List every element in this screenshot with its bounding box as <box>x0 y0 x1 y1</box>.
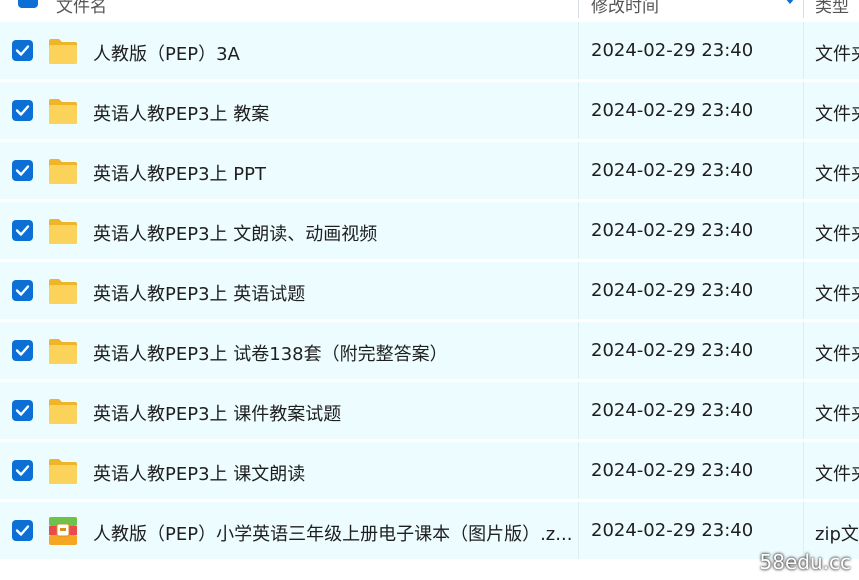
file-row[interactable]: 人教版（PEP）小学英语三年级上册电子课本（图片版）.z... 2024-02-2… <box>0 502 859 559</box>
file-type: 文件夹 <box>815 104 859 125</box>
modified-date: 2024-02-29 23:40 <box>591 520 754 541</box>
file-row[interactable]: 人教版（PEP）3A 2024-02-29 23:40 文件夹 <box>0 22 859 79</box>
folder-icon <box>47 456 79 486</box>
modified-date: 2024-02-29 23:40 <box>591 460 754 481</box>
sort-down-icon <box>785 0 795 4</box>
file-row[interactable]: 英语人教PEP3上 课件教案试题 2024-02-29 23:40 文件夹 <box>0 382 859 439</box>
watermark: 58edu.cc <box>759 550 851 574</box>
file-name[interactable]: 英语人教PEP3上 教案 <box>93 100 269 126</box>
column-gridline <box>803 442 804 499</box>
file-type: 文件夹 <box>815 284 859 305</box>
column-divider[interactable] <box>578 0 579 18</box>
row-checkbox[interactable] <box>12 160 33 181</box>
row-checkbox[interactable] <box>12 460 33 481</box>
file-type: 文件夹 <box>815 344 859 365</box>
column-gridline <box>578 142 579 199</box>
file-name[interactable]: 英语人教PEP3上 文朗读、动画视频 <box>93 220 377 246</box>
file-type: zip文 <box>815 524 859 545</box>
select-all-checkbox[interactable] <box>18 0 38 8</box>
column-gridline <box>803 322 804 379</box>
file-row[interactable]: 英语人教PEP3上 教案 2024-02-29 23:40 文件夹 <box>0 82 859 139</box>
modified-date: 2024-02-29 23:40 <box>591 280 754 301</box>
column-header-modified[interactable]: 修改时间 <box>591 0 659 17</box>
file-name[interactable]: 英语人教PEP3上 PPT <box>93 160 266 186</box>
modified-date: 2024-02-29 23:40 <box>591 40 754 61</box>
file-name[interactable]: 人教版（PEP）小学英语三年级上册电子课本（图片版）.z... <box>93 520 572 546</box>
file-name[interactable]: 英语人教PEP3上 课件教案试题 <box>93 400 341 426</box>
file-row[interactable]: 英语人教PEP3上 课文朗读 2024-02-29 23:40 文件夹 <box>0 442 859 499</box>
column-gridline <box>578 202 579 259</box>
column-gridline <box>578 502 579 559</box>
file-name[interactable]: 英语人教PEP3上 试卷138套（附完整答案） <box>93 340 448 366</box>
column-gridline <box>803 262 804 319</box>
column-gridline <box>578 322 579 379</box>
folder-icon <box>47 36 79 66</box>
zip-archive-icon <box>47 516 79 546</box>
file-name[interactable]: 英语人教PEP3上 英语试题 <box>93 280 305 306</box>
row-checkbox[interactable] <box>12 40 33 61</box>
row-checkbox[interactable] <box>12 340 33 361</box>
column-header-type[interactable]: 类型 <box>815 0 849 17</box>
file-row[interactable]: 英语人教PEP3上 文朗读、动画视频 2024-02-29 23:40 文件夹 <box>0 202 859 259</box>
file-type: 文件夹 <box>815 464 859 485</box>
file-type: 文件夹 <box>815 164 859 185</box>
file-type: 文件夹 <box>815 224 859 245</box>
file-row[interactable]: 英语人教PEP3上 英语试题 2024-02-29 23:40 文件夹 <box>0 262 859 319</box>
file-name[interactable]: 英语人教PEP3上 课文朗读 <box>93 460 305 486</box>
folder-icon <box>47 156 79 186</box>
folder-icon <box>47 96 79 126</box>
file-row[interactable]: 英语人教PEP3上 PPT 2024-02-29 23:40 文件夹 <box>0 142 859 199</box>
column-gridline <box>803 142 804 199</box>
column-gridline <box>578 442 579 499</box>
modified-date: 2024-02-29 23:40 <box>591 220 754 241</box>
row-checkbox[interactable] <box>12 280 33 301</box>
row-checkbox[interactable] <box>12 100 33 121</box>
file-type: 文件夹 <box>815 404 859 425</box>
column-gridline <box>803 82 804 139</box>
modified-date: 2024-02-29 23:40 <box>591 340 754 361</box>
folder-icon <box>47 396 79 426</box>
row-checkbox[interactable] <box>12 520 33 541</box>
folder-icon <box>47 336 79 366</box>
modified-date: 2024-02-29 23:40 <box>591 160 754 181</box>
row-checkbox[interactable] <box>12 400 33 421</box>
column-gridline <box>803 202 804 259</box>
row-checkbox[interactable] <box>12 220 33 241</box>
modified-date: 2024-02-29 23:40 <box>591 100 754 121</box>
column-header-name[interactable]: 文件名 <box>56 0 107 17</box>
column-gridline <box>578 262 579 319</box>
column-divider[interactable] <box>803 0 804 18</box>
column-gridline <box>803 382 804 439</box>
file-type: 文件夹 <box>815 44 859 65</box>
column-gridline <box>803 22 804 79</box>
column-header: 文件名 修改时间 类型 <box>0 0 859 18</box>
column-gridline <box>578 382 579 439</box>
file-row[interactable]: 英语人教PEP3上 试卷138套（附完整答案） 2024-02-29 23:40 文… <box>0 322 859 379</box>
modified-date: 2024-02-29 23:40 <box>591 400 754 421</box>
folder-icon <box>47 276 79 306</box>
column-gridline <box>578 22 579 79</box>
column-gridline <box>578 82 579 139</box>
folder-icon <box>47 216 79 246</box>
file-name[interactable]: 人教版（PEP）3A <box>93 40 240 66</box>
